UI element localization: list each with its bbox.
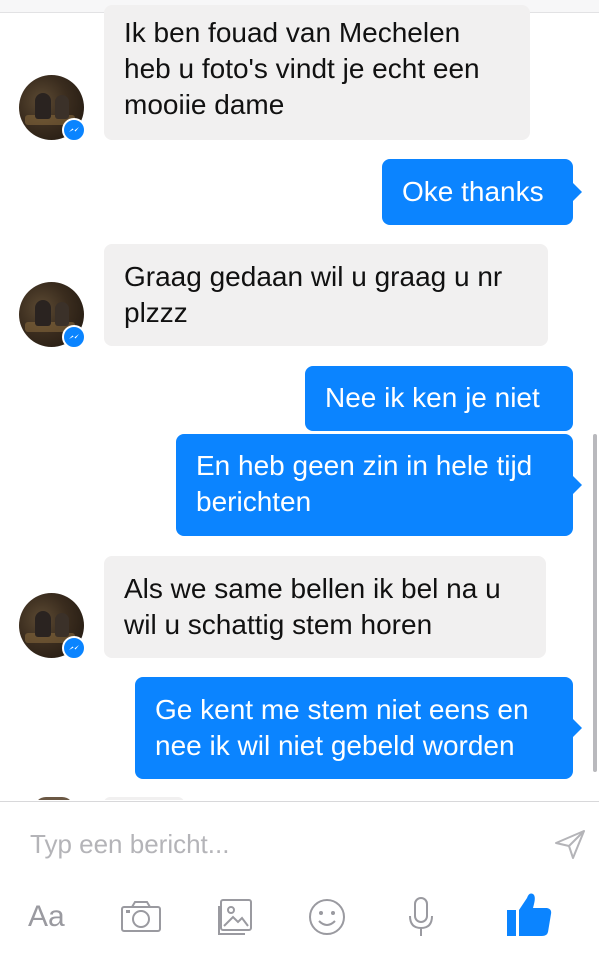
send-icon[interactable] <box>553 827 587 861</box>
message-text: Ge kent me stem niet eens en nee ik wil … <box>155 694 529 761</box>
outgoing-message[interactable]: Ge kent me stem niet eens en nee ik wil … <box>135 677 582 779</box>
incoming-message[interactable]: Als we same bellen ik bel na u wil u sch… <box>104 556 546 658</box>
message-composer: Typ een bericht... Aa <box>0 801 599 958</box>
gallery-icon[interactable] <box>215 896 255 938</box>
message-text: En heb geen zin in hele tijd berichten <box>196 450 533 517</box>
emoji-icon[interactable] <box>307 896 347 938</box>
microphone-icon[interactable] <box>406 896 436 938</box>
scrollbar[interactable] <box>593 434 597 772</box>
outgoing-message[interactable]: En heb geen zin in hele tijd berichten <box>176 434 582 536</box>
messenger-badge-icon <box>62 636 86 660</box>
outgoing-message[interactable]: Oke thanks <box>382 159 582 225</box>
message-input[interactable]: Typ een bericht... <box>30 826 530 862</box>
messenger-badge-icon <box>62 325 86 349</box>
avatar[interactable] <box>19 282 86 349</box>
camera-icon[interactable] <box>120 896 162 938</box>
incoming-message[interactable]: Graag gedaan wil u graag u nr plzzz <box>104 244 548 346</box>
avatar[interactable] <box>19 75 86 142</box>
messenger-badge-icon <box>62 118 86 142</box>
text-format-button[interactable]: Aa <box>28 896 72 938</box>
message-text: Nee ik ken je niet <box>325 382 540 413</box>
outgoing-message[interactable]: Nee ik ken je niet <box>305 366 573 431</box>
message-text: Ik ben fouad van Mechelen heb u foto's v… <box>124 17 480 120</box>
incoming-message[interactable]: Ik ben fouad van Mechelen heb u foto's v… <box>104 5 530 140</box>
message-text: Als we same bellen ik bel na u wil u sch… <box>124 573 501 640</box>
message-thread[interactable]: Ik ben fouad van Mechelen heb u foto's v… <box>0 0 599 800</box>
incoming-message <box>104 797 184 800</box>
avatar[interactable] <box>19 593 86 660</box>
message-text: Oke thanks <box>402 176 544 207</box>
thumbs-up-icon[interactable] <box>505 890 553 940</box>
avatar <box>34 797 74 800</box>
message-text: Graag gedaan wil u graag u nr plzzz <box>124 261 503 328</box>
